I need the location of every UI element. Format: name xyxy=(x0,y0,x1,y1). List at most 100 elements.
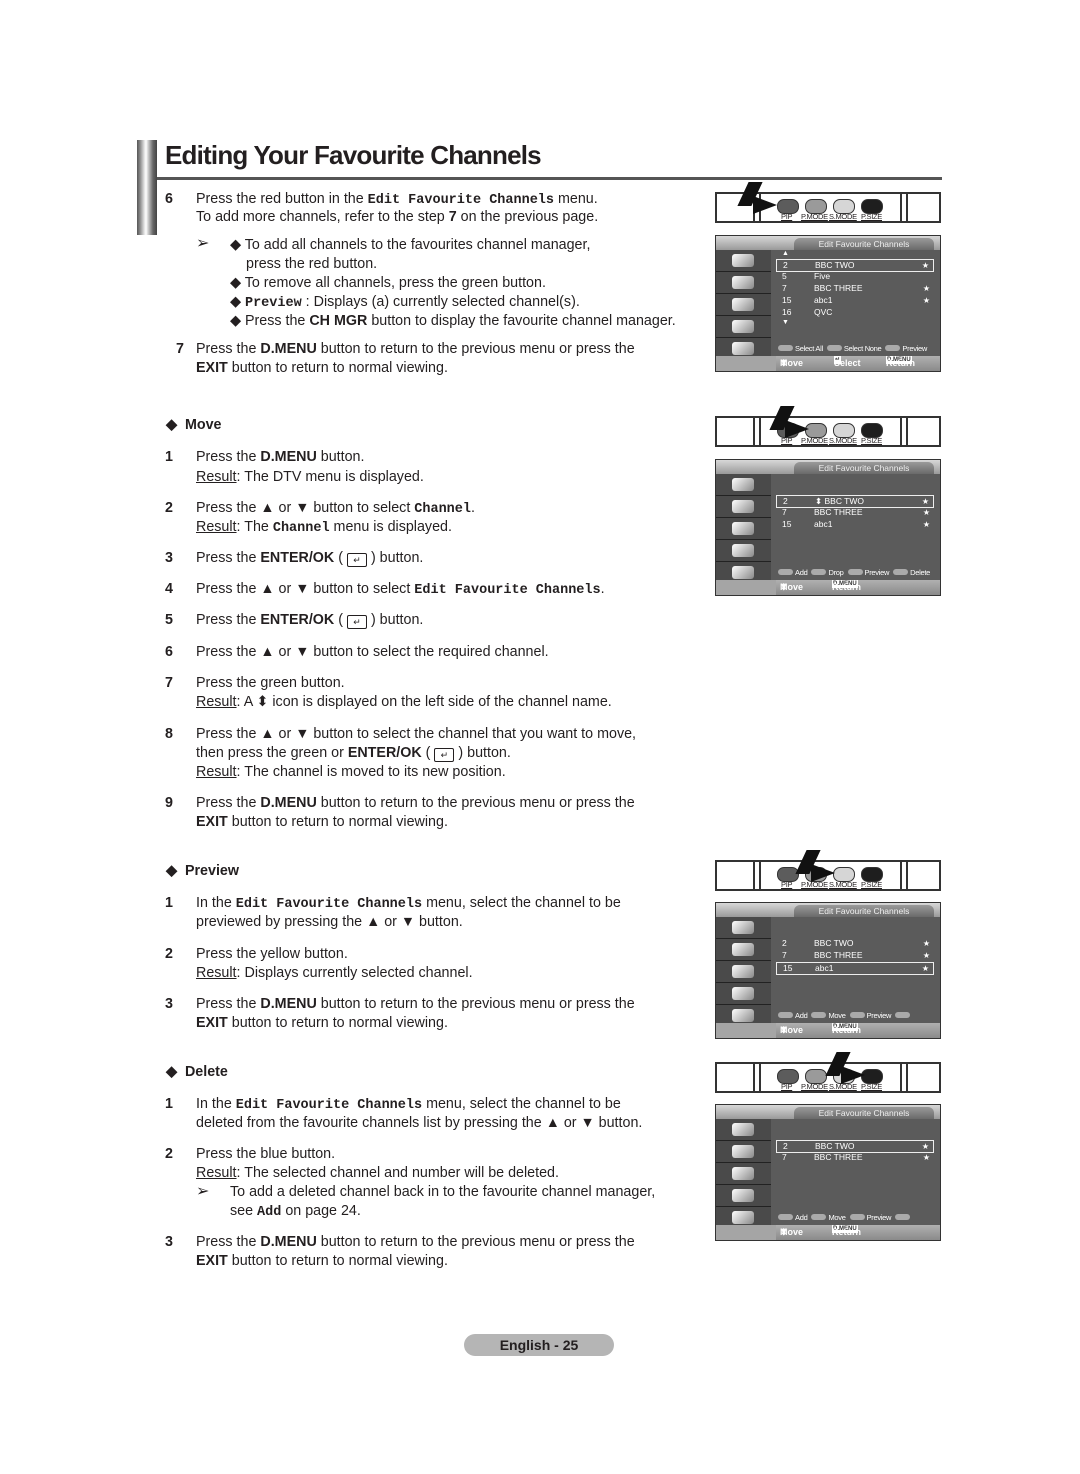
osd-menu-icons xyxy=(716,250,771,360)
channel-row[interactable]: 7 BBC THREE ★ xyxy=(776,283,934,294)
text: The xyxy=(240,519,273,535)
step-number: 8 xyxy=(165,726,173,742)
divider xyxy=(753,418,761,445)
channel-name: BBC THREE xyxy=(814,507,863,517)
text: Press the red button in the xyxy=(196,191,368,207)
text: Press the xyxy=(196,550,261,566)
channel-row[interactable]: 15 abc1 ★ xyxy=(776,962,934,975)
channel-row[interactable]: 5 Five xyxy=(776,271,934,282)
picture-menu-icon[interactable] xyxy=(716,917,771,939)
scroll-up-icon[interactable]: ▲ xyxy=(782,250,789,257)
scroll-down-icon[interactable]: ▼ xyxy=(782,319,789,326)
osd-color-button[interactable]: Preview xyxy=(847,568,889,577)
move-step7: Press the green button. xyxy=(196,675,345,691)
picture-menu-icon[interactable] xyxy=(716,474,771,496)
osd-color-button[interactable]: Add xyxy=(778,1213,808,1222)
text: To add more channels, refer to the step xyxy=(196,209,449,225)
down-arrow-icon: ▼ xyxy=(580,1115,595,1131)
channel-number: 7 xyxy=(782,283,787,293)
osd-color-button-label: Add xyxy=(795,1213,808,1222)
text: D.MENU xyxy=(260,996,317,1012)
channel-name: Five xyxy=(814,271,831,281)
channel-row[interactable]: 15 abc1 ★ xyxy=(776,519,934,530)
osd-header: Edit Favourite Channels xyxy=(716,903,940,917)
osd-color-button-label: Add xyxy=(795,1011,808,1020)
osd-color-button[interactable]: Drop xyxy=(811,568,844,577)
section-heading-preview: ◆ Preview xyxy=(166,863,239,879)
remote-control-buttons: PIP P.MODE S.MODE P.SIZE xyxy=(715,406,941,447)
preview-step1: In the Edit Favourite Channels menu, sel… xyxy=(196,894,621,914)
sound-menu-icon[interactable] xyxy=(716,1141,771,1163)
text: menu, select the channel to be xyxy=(422,895,621,911)
delete-note-line1: To add a deleted channel back in to the … xyxy=(230,1184,656,1200)
text: Press the xyxy=(196,581,261,597)
channel-menu-icon[interactable] xyxy=(716,518,771,540)
menu-name: Edit Favourite Channels xyxy=(235,897,423,912)
sound-menu-icon[interactable] xyxy=(716,272,771,294)
channel-name: abc1 xyxy=(814,295,833,305)
move-step9-line2: EXIT button to return to normal viewing. xyxy=(196,813,448,832)
step-number: 3 xyxy=(165,1234,173,1250)
sound-menu-icon[interactable] xyxy=(716,939,771,961)
osd-color-button[interactable]: Preview xyxy=(849,1213,891,1222)
text: D.MENU xyxy=(260,449,317,465)
note-arrow-icon: ➢ xyxy=(196,1183,210,1200)
channel-row[interactable]: 7 BBC THREE ★ xyxy=(776,507,934,518)
remote-button-label: P.SIZE xyxy=(861,880,882,889)
picture-menu-icon[interactable] xyxy=(716,250,771,272)
channel-menu-icon[interactable] xyxy=(716,294,771,316)
picture-menu-icon[interactable] xyxy=(716,1119,771,1141)
osd-header: Edit Favourite Channels xyxy=(716,460,940,474)
setup-menu-icon[interactable] xyxy=(716,983,771,1005)
channel-number: 16 xyxy=(782,307,792,317)
osd-title: Edit Favourite Channels xyxy=(794,1107,934,1119)
channel-menu-icon[interactable] xyxy=(716,961,771,983)
remote-button-label: P.MODE xyxy=(801,1082,828,1091)
text: 7 xyxy=(448,209,457,225)
channel-name: ⬍ BBC TWO xyxy=(815,496,864,506)
preview-step2-result: Result: Displays currently selected chan… xyxy=(196,964,473,983)
osd-color-button[interactable]: Add xyxy=(778,1011,808,1020)
channel-row[interactable]: 16 QVC xyxy=(776,307,934,318)
text: ENTER/OK xyxy=(347,745,422,761)
osd-color-button[interactable]: Select All xyxy=(778,344,823,353)
osd-color-button[interactable]: Move xyxy=(811,1213,846,1222)
osd-color-button[interactable]: Delete xyxy=(893,568,930,577)
up-arrow-icon: ▲ xyxy=(260,500,275,516)
up-arrow-icon: ▲ xyxy=(260,726,275,742)
channel-row[interactable]: 15 abc1 ★ xyxy=(776,295,934,306)
osd-color-button[interactable]: Preview xyxy=(885,344,927,353)
bullet-icon: ◆ xyxy=(230,275,241,291)
setup-menu-icon[interactable] xyxy=(716,540,771,562)
up-arrow-icon: ▲ xyxy=(366,914,381,930)
channel-row[interactable]: 7 BBC THREE ★ xyxy=(776,1152,934,1163)
intro-bullet-3: ◆ Preview : Displays (a) currently selec… xyxy=(230,293,580,313)
osd-color-button-label: Drop xyxy=(828,568,844,577)
setup-menu-icon[interactable] xyxy=(716,1185,771,1207)
move-step2: Press the ▲ or ▼ button to select Channe… xyxy=(196,499,475,519)
text: EXIT xyxy=(196,360,228,376)
text: previewed by pressing the xyxy=(196,914,367,930)
osd-color-button[interactable]: Preview xyxy=(849,1011,891,1020)
channel-number: 15 xyxy=(782,519,792,529)
text: button to return to normal viewing. xyxy=(227,814,448,830)
up-arrow-icon: ▲ xyxy=(545,1115,560,1131)
divider xyxy=(900,862,908,889)
text: Move xyxy=(780,1025,804,1035)
down-arrow-icon: ▼ xyxy=(400,914,416,930)
menu-name: Edit Favourite Channels xyxy=(414,583,601,598)
setup-menu-icon[interactable] xyxy=(716,316,771,338)
text: ENTER/OK xyxy=(260,550,335,566)
text: or xyxy=(274,500,296,516)
channel-row[interactable]: 7 BBC THREE ★ xyxy=(776,950,934,961)
channel-row[interactable]: 2 BBC TWO ★ xyxy=(776,938,934,949)
osd-color-button[interactable]: Move xyxy=(811,1011,846,1020)
text: Press the xyxy=(196,612,261,628)
sound-menu-icon[interactable] xyxy=(716,496,771,518)
remote-button-label: S.MODE xyxy=(829,212,857,221)
osd-color-button[interactable]: Add xyxy=(778,568,808,577)
menu-name: Channel xyxy=(272,521,330,536)
osd-color-button[interactable]: Select None xyxy=(826,344,882,353)
text: see xyxy=(230,1203,258,1219)
channel-menu-icon[interactable] xyxy=(716,1163,771,1185)
